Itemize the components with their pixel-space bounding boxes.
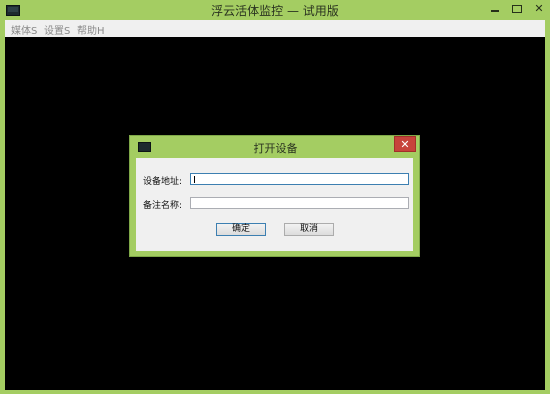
menu-settings[interactable]: 设置S xyxy=(44,22,70,37)
text-caret xyxy=(194,176,195,183)
ok-button[interactable]: 确定 xyxy=(216,223,266,236)
note-name-input[interactable] xyxy=(191,206,408,216)
dialog-body: 设备地址: 备注名称: 确定 取消 xyxy=(136,158,413,251)
device-address-label: 设备地址: xyxy=(143,177,183,187)
dialog-title: 打开设备 xyxy=(253,142,298,155)
main-window: 浮云活体监控 — 试用版 ✕ 媒体S 设置S 帮助H 打开设备 ✕ 设备地址: … xyxy=(0,0,550,394)
note-name-field[interactable] xyxy=(190,197,409,216)
menu-help[interactable]: 帮助H xyxy=(77,22,105,37)
dialog-close-button[interactable]: ✕ xyxy=(394,136,416,152)
close-button[interactable]: ✕ xyxy=(528,1,550,17)
device-address-input[interactable] xyxy=(191,182,408,192)
title-bar[interactable]: 浮云活体监控 — 试用版 ✕ xyxy=(0,0,550,20)
menu-media[interactable]: 媒体S xyxy=(11,22,37,37)
minimize-button[interactable] xyxy=(484,1,506,17)
minimize-icon xyxy=(491,10,499,12)
note-name-label: 备注名称: xyxy=(143,201,183,211)
window-title: 浮云活体监控 — 试用版 xyxy=(211,4,339,18)
cancel-button[interactable]: 取消 xyxy=(284,223,334,236)
maximize-button[interactable] xyxy=(506,1,528,17)
device-address-field[interactable] xyxy=(190,173,409,192)
maximize-icon xyxy=(512,5,522,13)
open-device-dialog: 打开设备 ✕ 设备地址: 备注名称: 确定 取消 xyxy=(129,135,420,257)
menu-bar: 媒体S 设置S 帮助H xyxy=(5,20,545,37)
